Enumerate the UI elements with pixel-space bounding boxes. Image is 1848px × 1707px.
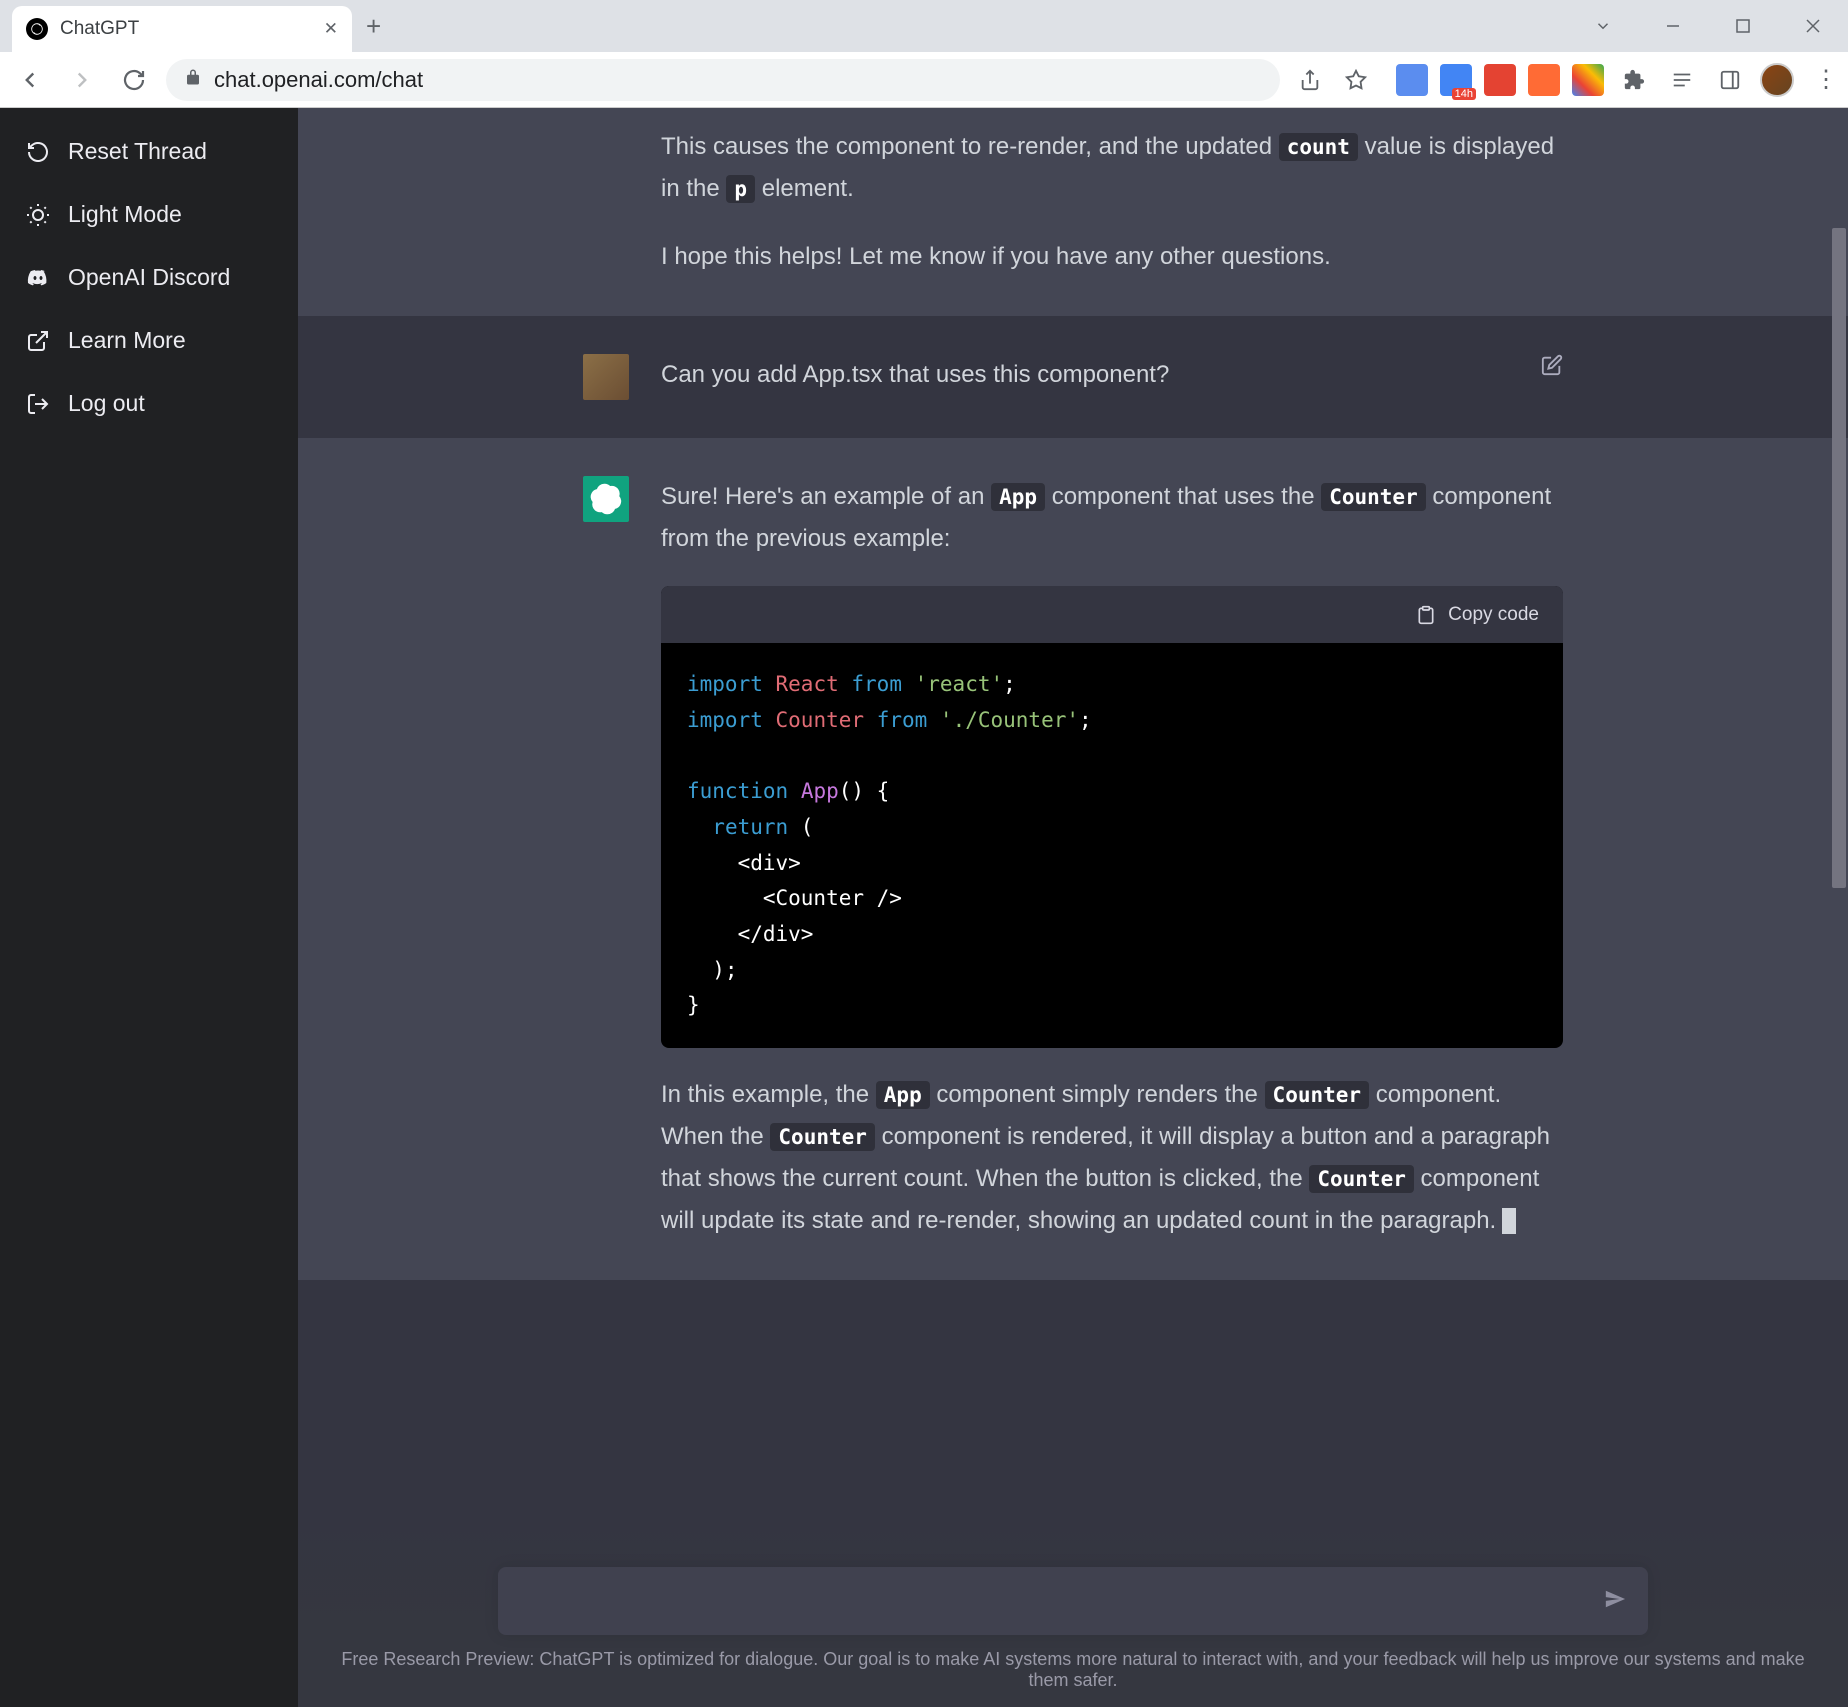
sidebar-item-label: Reset Thread	[68, 138, 207, 165]
share-icon[interactable]	[1292, 62, 1328, 98]
text: In this example, the	[661, 1081, 876, 1108]
extension-icon[interactable]	[1572, 64, 1604, 96]
sidebar-item-discord[interactable]: OpenAI Discord	[12, 246, 286, 309]
text: component simply renders the	[930, 1081, 1265, 1108]
url-bar: chat.openai.com/chat 14h ⋮	[0, 52, 1848, 108]
extensions-bar: 14h ⋮	[1396, 62, 1838, 98]
inline-code: Counter	[770, 1123, 875, 1151]
main-content: This causes the component to re-render, …	[298, 108, 1848, 1707]
nav-forward-button	[62, 60, 102, 100]
text: This causes the component to re-render, …	[661, 133, 1279, 160]
footer-note: Free Research Preview: ChatGPT is optimi…	[298, 1635, 1848, 1707]
scrollbar-thumb[interactable]	[1832, 228, 1846, 888]
sidebar-item-label: Light Mode	[68, 201, 182, 228]
window-maximize-icon[interactable]	[1708, 3, 1778, 49]
bookmark-icon[interactable]	[1338, 62, 1374, 98]
extension-icon[interactable]	[1528, 64, 1560, 96]
extensions-menu-icon[interactable]	[1616, 62, 1652, 98]
edit-message-button[interactable]	[1541, 354, 1563, 381]
message-content: Sure! Here's an example of an App compon…	[661, 476, 1563, 1242]
window-dropdown-icon[interactable]	[1568, 3, 1638, 49]
tab-close-icon[interactable]: ✕	[324, 19, 338, 39]
window-minimize-icon[interactable]	[1638, 3, 1708, 49]
text: Can you add App.tsx that uses this compo…	[661, 354, 1563, 396]
text: Sure! Here's an example of an	[661, 483, 991, 510]
chat-input[interactable]	[498, 1567, 1648, 1635]
sidebar-item-label: OpenAI Discord	[68, 264, 230, 291]
inline-code: App	[991, 483, 1045, 511]
user-message: Can you add App.tsx that uses this compo…	[298, 316, 1848, 438]
sidebar-item-light-mode[interactable]: Light Mode	[12, 183, 286, 246]
extension-icon[interactable]: 14h	[1440, 64, 1472, 96]
user-avatar	[583, 354, 629, 400]
copy-code-button[interactable]: Copy code	[1448, 598, 1539, 631]
chat-scroll[interactable]: This causes the component to re-render, …	[298, 108, 1848, 1707]
browser-menu-icon[interactable]: ⋮	[1814, 65, 1838, 94]
nav-reload-button[interactable]	[114, 60, 154, 100]
sidebar-item-label: Learn More	[68, 327, 186, 354]
tab-title: ChatGPT	[60, 18, 312, 40]
side-panel-icon[interactable]	[1712, 62, 1748, 98]
tab-favicon-icon	[26, 18, 48, 40]
text: element.	[755, 175, 854, 202]
inline-code: p	[726, 175, 755, 203]
code-content: import React from 'react'; import Counte…	[661, 643, 1563, 1048]
input-area: Free Research Preview: ChatGPT is optimi…	[298, 1517, 1848, 1707]
sidebar-item-reset-thread[interactable]: Reset Thread	[12, 120, 286, 183]
clipboard-icon	[1416, 605, 1436, 625]
assistant-avatar	[583, 476, 629, 522]
url-text: chat.openai.com/chat	[214, 67, 423, 93]
reset-icon	[26, 140, 50, 164]
message-content: Can you add App.tsx that uses this compo…	[661, 354, 1563, 400]
send-button[interactable]	[1604, 1588, 1626, 1615]
inline-code: App	[876, 1081, 930, 1109]
edit-icon	[1541, 354, 1563, 376]
browser-chrome: ChatGPT ✕ + chat.openai.com/chat 14h	[0, 0, 1848, 108]
openai-logo-icon	[590, 483, 622, 515]
assistant-message: Sure! Here's an example of an App compon…	[298, 438, 1848, 1280]
profile-avatar[interactable]	[1760, 63, 1794, 97]
sun-icon	[26, 203, 50, 227]
inline-code: Counter	[1309, 1165, 1414, 1193]
chat-input-field[interactable]	[520, 1588, 1604, 1614]
nav-back-button[interactable]	[10, 60, 50, 100]
extension-icon[interactable]	[1484, 64, 1516, 96]
window-controls	[1568, 3, 1848, 49]
external-link-icon	[26, 329, 50, 353]
tab-bar: ChatGPT ✕ +	[0, 0, 1848, 52]
extension-icon[interactable]	[1396, 64, 1428, 96]
window-close-icon[interactable]	[1778, 3, 1848, 49]
sidebar-item-learn-more[interactable]: Learn More	[12, 309, 286, 372]
code-block: Copy code import React from 'react'; imp…	[661, 586, 1563, 1048]
lock-icon	[184, 68, 202, 91]
logout-icon	[26, 392, 50, 416]
sidebar-item-log-out[interactable]: Log out	[12, 372, 286, 435]
typing-cursor-icon	[1502, 1208, 1516, 1234]
browser-tab[interactable]: ChatGPT ✕	[12, 6, 352, 52]
text: component that uses the	[1045, 483, 1321, 510]
inline-code: Counter	[1265, 1081, 1370, 1109]
inline-code: count	[1279, 133, 1358, 161]
discord-icon	[26, 266, 50, 290]
send-icon	[1604, 1588, 1626, 1610]
sidebar-item-label: Log out	[68, 390, 145, 417]
sidebar: Reset Thread Light Mode OpenAI Discord L…	[0, 108, 298, 1707]
message-content: This causes the component to re-render, …	[661, 126, 1563, 278]
assistant-message: This causes the component to re-render, …	[298, 108, 1848, 316]
code-header: Copy code	[661, 586, 1563, 643]
address-bar[interactable]: chat.openai.com/chat	[166, 59, 1280, 101]
new-tab-button[interactable]: +	[366, 11, 381, 42]
reading-list-icon[interactable]	[1664, 62, 1700, 98]
inline-code: Counter	[1321, 483, 1426, 511]
text: I hope this helps! Let me know if you ha…	[661, 236, 1563, 278]
